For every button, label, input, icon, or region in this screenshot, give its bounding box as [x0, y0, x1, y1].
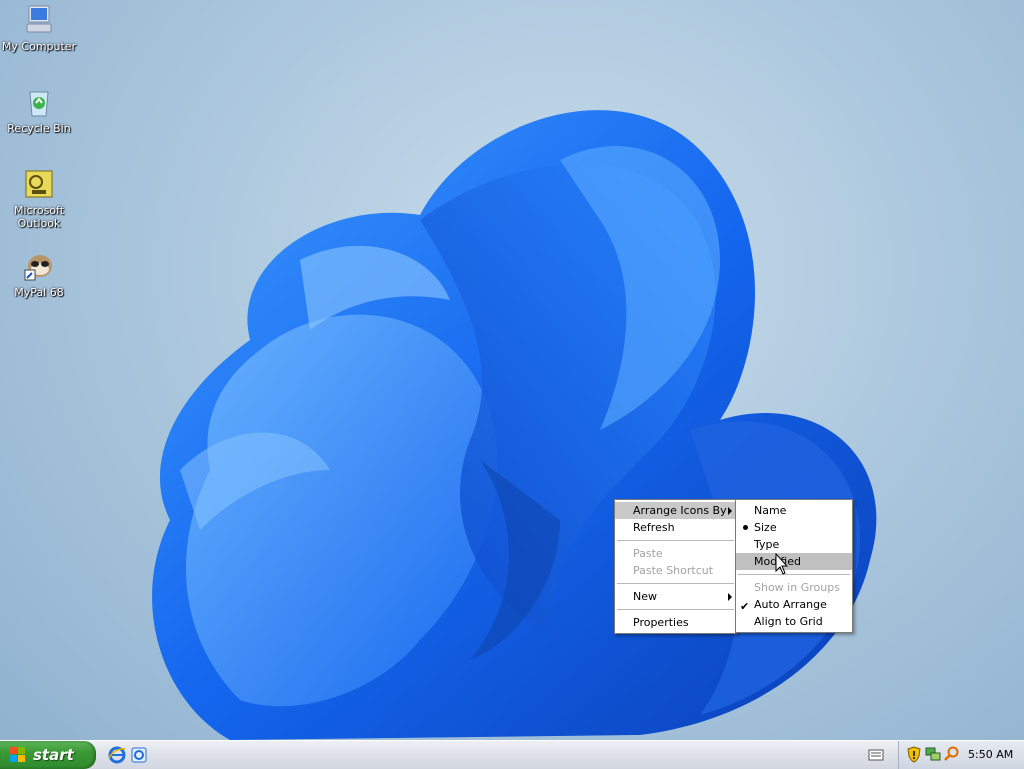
menu-item-label: Arrange Icons By — [633, 504, 727, 517]
menu-item-refresh[interactable]: Refresh — [615, 519, 736, 536]
menu-item-label: Name — [754, 504, 787, 517]
menu-separator — [738, 574, 850, 575]
menu-item-label: Refresh — [633, 521, 675, 534]
security-shield-icon[interactable] — [907, 746, 921, 763]
menu-item-label: Align to Grid — [754, 615, 823, 628]
menu-separator — [617, 583, 734, 584]
desktop-icon-label: Recycle Bin — [7, 122, 71, 135]
menu-item-paste-shortcut: Paste Shortcut — [615, 562, 736, 579]
desktop-icon-label: Microsoft Outlook — [13, 204, 65, 230]
desktop-icon-my-computer[interactable]: My Computer — [1, 4, 77, 53]
menu-item-arrange-icons-by[interactable]: Arrange Icons By — [615, 502, 736, 519]
desktop-icon-recycle-bin[interactable]: Recycle Bin — [1, 86, 77, 135]
radio-bullet-icon — [743, 525, 748, 530]
desktop-icon-label: My Computer — [1, 40, 77, 53]
submenu-item-name[interactable]: Name — [736, 502, 852, 519]
menu-item-label: Type — [754, 538, 780, 551]
menu-separator — [617, 540, 734, 541]
clock[interactable]: 5:50 AM — [968, 741, 1013, 769]
menu-item-paste: Paste — [615, 545, 736, 562]
desktop-icon-outlook[interactable]: Microsoft Outlook — [1, 168, 77, 230]
network-icon[interactable] — [925, 746, 941, 762]
search-icon[interactable] — [943, 746, 959, 762]
submenu-item-auto-arrange[interactable]: ✔ Auto Arrange — [736, 596, 852, 613]
desktop-context-menu: Arrange Icons By Refresh Paste Paste Sho… — [614, 499, 737, 634]
submenu-arrow-icon — [728, 593, 732, 601]
outlook-icon — [23, 168, 55, 200]
submenu-item-size[interactable]: Size — [736, 519, 852, 536]
submenu-item-modified[interactable]: Modified — [736, 553, 852, 570]
ie-alt-icon[interactable] — [130, 746, 148, 764]
desktop-wallpaper — [152, 110, 877, 740]
submenu-item-align-to-grid[interactable]: Align to Grid — [736, 613, 852, 630]
internet-explorer-icon[interactable] — [108, 746, 126, 764]
keyboard-icon[interactable] — [868, 748, 884, 762]
menu-item-label: Show in Groups — [754, 581, 840, 594]
start-button[interactable]: start — [0, 741, 96, 769]
menu-item-label: Paste Shortcut — [633, 564, 714, 577]
start-label: start — [33, 746, 74, 764]
submenu-arrow-icon — [728, 507, 732, 515]
submenu-item-type[interactable]: Type — [736, 536, 852, 553]
menu-item-label: Auto Arrange — [754, 598, 827, 611]
menu-item-label: Properties — [633, 616, 689, 629]
menu-separator — [617, 609, 734, 610]
menu-item-label: Paste — [633, 547, 663, 560]
menu-item-label: Size — [754, 521, 777, 534]
taskbar: start 5:50 AM — [0, 740, 1024, 769]
windows-logo-icon — [10, 747, 25, 762]
desktop-icon-mypal[interactable]: MyPal 68 — [1, 250, 77, 299]
mypal-icon — [23, 250, 55, 282]
arrange-icons-submenu: Name Size Type Modified Show in Groups ✔… — [735, 499, 853, 633]
menu-item-label: New — [633, 590, 657, 603]
menu-item-properties[interactable]: Properties — [615, 614, 736, 631]
recycle-bin-icon — [23, 86, 55, 118]
my-computer-icon — [23, 4, 55, 36]
mouse-cursor-icon — [775, 553, 789, 575]
submenu-item-show-in-groups: Show in Groups — [736, 579, 852, 596]
desktop-icon-label: MyPal 68 — [14, 286, 64, 299]
menu-item-new[interactable]: New — [615, 588, 736, 605]
